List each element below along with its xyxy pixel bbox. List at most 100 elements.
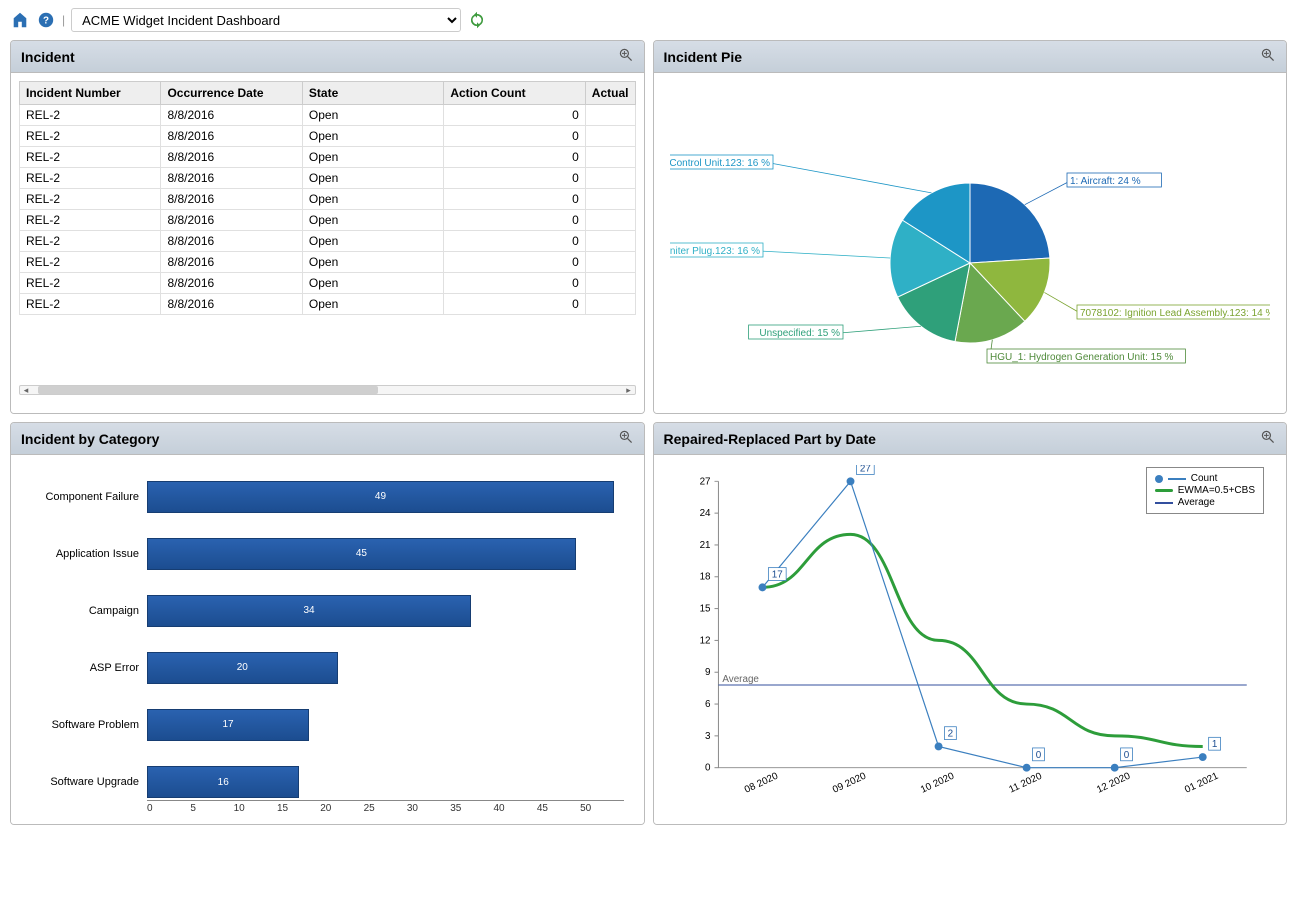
- home-icon[interactable]: [10, 10, 30, 30]
- help-icon[interactable]: ?: [36, 10, 56, 30]
- incident-table-panel: Incident Incident NumberOccurrence DateS…: [10, 40, 645, 414]
- table-row[interactable]: REL-28/8/2016Open0: [20, 252, 636, 273]
- horizontal-scrollbar[interactable]: ◂ ▸: [19, 385, 636, 395]
- x-tick: 10 2020: [919, 770, 956, 795]
- table-row[interactable]: REL-28/8/2016Open0: [20, 168, 636, 189]
- zoom-icon[interactable]: [1260, 47, 1276, 66]
- incident-category-panel: Incident by Category Component Failure 4…: [10, 422, 645, 825]
- point-label: 0: [1035, 750, 1041, 761]
- ewma-line: [762, 534, 1202, 746]
- incident-pie-panel: Incident Pie 1: Aircraft: 24 %7078102: I…: [653, 40, 1288, 414]
- bar-row[interactable]: ASP Error 20: [31, 652, 624, 684]
- table-row[interactable]: REL-28/8/2016Open0: [20, 231, 636, 252]
- table-row[interactable]: REL-28/8/2016Open0: [20, 210, 636, 231]
- table-row[interactable]: REL-28/8/2016Open0: [20, 189, 636, 210]
- zoom-icon[interactable]: [618, 429, 634, 448]
- data-point[interactable]: [758, 583, 766, 591]
- scroll-left-icon[interactable]: ◂: [20, 385, 32, 395]
- panel-header: Repaired-Replaced Part by Date: [654, 423, 1287, 455]
- x-tick: 08 2020: [742, 770, 779, 795]
- bar-fill: 16: [147, 766, 299, 798]
- panel-title: Repaired-Replaced Part by Date: [664, 431, 876, 447]
- bar-category: Software Problem: [31, 719, 139, 731]
- col-actual[interactable]: Actual: [585, 82, 635, 105]
- bar-row[interactable]: Component Failure 49: [31, 481, 624, 513]
- x-tick: 12 2020: [1095, 770, 1132, 795]
- axis-tick: 10: [234, 803, 277, 814]
- pie-label: 2119576: Engine Control Unit.123: 16 %: [670, 158, 770, 169]
- axis-tick: 20: [320, 803, 363, 814]
- panel-title: Incident Pie: [664, 49, 743, 65]
- bar-row[interactable]: Application Issue 45: [31, 538, 624, 570]
- x-tick: 11 2020: [1007, 771, 1044, 796]
- bar-row[interactable]: Software Upgrade 16: [31, 766, 624, 798]
- bar-fill: 45: [147, 538, 576, 570]
- panel-title: Incident: [21, 49, 75, 65]
- axis-tick: 50: [580, 803, 623, 814]
- bar-category: Software Upgrade: [31, 776, 139, 788]
- point-label: 1: [1211, 739, 1216, 750]
- point-label: 0: [1123, 750, 1129, 761]
- bar-chart: Component Failure 49 Application Issue 45…: [11, 455, 644, 824]
- bar-category: ASP Error: [31, 662, 139, 674]
- chart-legend: Count EWMA=0.5+CBS Average: [1146, 467, 1264, 514]
- average-label: Average: [722, 674, 759, 685]
- data-point[interactable]: [846, 477, 854, 485]
- table-row[interactable]: REL-28/8/2016Open0: [20, 105, 636, 126]
- pie-slice[interactable]: [970, 183, 1050, 263]
- point-label: 2: [947, 729, 952, 740]
- repaired-replaced-panel: Repaired-Replaced Part by Date Count EWM…: [653, 422, 1288, 825]
- line-chart: Count EWMA=0.5+CBS Average 0369121518212…: [654, 455, 1287, 824]
- bar-row[interactable]: Software Problem 17: [31, 709, 624, 741]
- data-point[interactable]: [1198, 753, 1206, 761]
- zoom-icon[interactable]: [1260, 429, 1276, 448]
- legend-ewma: EWMA=0.5+CBS: [1178, 485, 1255, 496]
- pie-label: 7078102: Ignition Lead Assembly.123: 14 …: [1080, 308, 1270, 319]
- pie-label: HGU_1: Hydrogen Generation Unit: 15 %: [990, 352, 1174, 363]
- col-state[interactable]: State: [302, 82, 443, 105]
- toolbar: ? | ACME Widget Incident Dashboard: [0, 0, 1297, 40]
- toolbar-divider: |: [62, 13, 65, 27]
- data-point[interactable]: [1022, 764, 1030, 772]
- col-action-count[interactable]: Action Count: [444, 82, 585, 105]
- axis-tick: 30: [407, 803, 450, 814]
- panel-header: Incident Pie: [654, 41, 1287, 73]
- table-row[interactable]: REL-28/8/2016Open0: [20, 126, 636, 147]
- zoom-icon[interactable]: [618, 47, 634, 66]
- bar-fill: 34: [147, 595, 471, 627]
- col-occurrence-date[interactable]: Occurrence Date: [161, 82, 302, 105]
- panel-header: Incident: [11, 41, 644, 73]
- table-row[interactable]: REL-28/8/2016Open0: [20, 294, 636, 315]
- scroll-thumb[interactable]: [38, 386, 378, 394]
- bar-fill: 49: [147, 481, 614, 513]
- scroll-right-icon[interactable]: ▸: [623, 385, 635, 395]
- y-tick: 27: [699, 476, 710, 487]
- panel-header: Incident by Category: [11, 423, 644, 455]
- axis-tick: 40: [494, 803, 537, 814]
- svg-text:?: ?: [43, 16, 49, 27]
- bar-category: Application Issue: [31, 548, 139, 560]
- y-tick: 0: [705, 763, 711, 774]
- y-tick: 15: [699, 604, 710, 615]
- table-row[interactable]: REL-28/8/2016Open0: [20, 147, 636, 168]
- axis-tick: 45: [537, 803, 580, 814]
- dashboard-select[interactable]: ACME Widget Incident Dashboard: [71, 8, 461, 32]
- data-point[interactable]: [1110, 764, 1118, 772]
- legend-count: Count: [1191, 473, 1218, 484]
- bar-category: Campaign: [31, 605, 139, 617]
- y-tick: 24: [699, 508, 710, 519]
- point-label: 27: [859, 465, 870, 474]
- refresh-icon[interactable]: [467, 10, 487, 30]
- axis-tick: 15: [277, 803, 320, 814]
- y-tick: 12: [699, 635, 710, 646]
- col-incident-number[interactable]: Incident Number: [20, 82, 161, 105]
- bar-row[interactable]: Campaign 34: [31, 595, 624, 627]
- incident-table[interactable]: Incident NumberOccurrence DateStateActio…: [19, 81, 636, 315]
- table-row[interactable]: REL-28/8/2016Open0: [20, 273, 636, 294]
- y-tick: 6: [705, 699, 711, 710]
- bar-category: Component Failure: [31, 491, 139, 503]
- pie-chart: 1: Aircraft: 24 %7078102: Ignition Lead …: [654, 73, 1287, 413]
- axis-tick: 5: [190, 803, 233, 814]
- data-point[interactable]: [934, 743, 942, 751]
- panel-title: Incident by Category: [21, 431, 159, 447]
